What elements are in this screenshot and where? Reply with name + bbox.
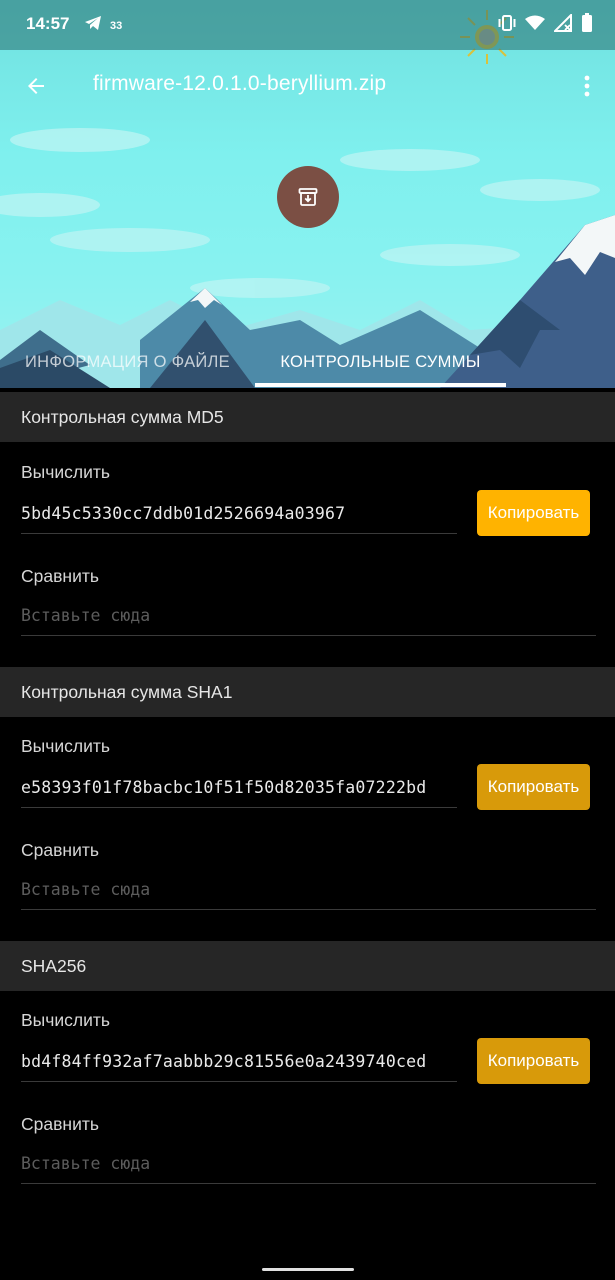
md5-compare-input[interactable] [21, 596, 596, 635]
tab-file-info[interactable]: ИНФОРМАЦИЯ О ФАЙЛЕ [0, 336, 255, 388]
md5-section: Контрольная сумма MD5 Вычислить 5bd45c53… [0, 392, 615, 662]
tab-checksums[interactable]: КОНТРОЛЬНЫЕ СУММЫ [255, 336, 506, 388]
md5-compare-field [21, 596, 596, 636]
tab-indicator [255, 383, 506, 387]
section-header: SHA256 [0, 941, 615, 991]
signal-icon [552, 12, 572, 37]
wifi-icon [525, 15, 545, 36]
arrow-back-icon [28, 78, 44, 94]
copy-sha1-button[interactable]: Копировать [477, 764, 590, 810]
status-time: 14:57 [26, 14, 70, 33]
sha1-hash-field[interactable]: e58393f01f78bacbc10f51f50d82035fa07222bd [21, 768, 457, 808]
compute-label: Вычислить [21, 462, 111, 482]
sha1-section: Контрольная сумма SHA1 Вычислить e58393f… [0, 667, 615, 937]
compare-label: Сравнить [21, 840, 99, 860]
file-type-avatar [277, 166, 339, 228]
header-hero: 14:57 33 firmware-12.0.1.0-beryllium.zip [0, 0, 615, 388]
telegram-icon [84, 15, 102, 36]
more-vert-icon [584, 75, 590, 97]
status-bar: 14:57 33 [0, 0, 615, 50]
home-indicator[interactable] [262, 1268, 354, 1271]
sha1-compare-field [21, 870, 596, 910]
compare-label: Сравнить [21, 566, 99, 586]
md5-hash-field[interactable]: 5bd45c5330cc7ddb01d2526694a03967 [21, 494, 457, 534]
overflow-menu-button[interactable] [575, 70, 599, 102]
md5-hash-value: 5bd45c5330cc7ddb01d2526694a03967 [21, 504, 346, 523]
sha1-compare-input[interactable] [21, 870, 596, 909]
tab-bar: ИНФОРМАЦИЯ О ФАЙЛЕ КОНТРОЛЬНЫЕ СУММЫ [0, 336, 615, 388]
sha256-compare-input[interactable] [21, 1144, 596, 1183]
page-title: firmware-12.0.1.0-beryllium.zip [93, 72, 387, 95]
battery-icon [581, 13, 593, 38]
copy-sha256-button[interactable]: Копировать [477, 1038, 590, 1084]
copy-md5-button[interactable]: Копировать [477, 490, 590, 536]
notification-count: 33 [110, 19, 123, 32]
sha256-hash-field[interactable]: bd4f84ff932af7aabbb29c81556e0a2439740ced [21, 1042, 457, 1082]
sha256-section: SHA256 Вычислить bd4f84ff932af7aabbb29c8… [0, 941, 615, 1211]
section-header: Контрольная сумма SHA1 [0, 667, 615, 717]
sha1-hash-value: e58393f01f78bacbc10f51f50d82035fa07222bd [21, 778, 427, 797]
compute-label: Вычислить [21, 736, 111, 756]
section-header: Контрольная сумма MD5 [0, 392, 615, 442]
sha256-hash-value: bd4f84ff932af7aabbb29c81556e0a2439740ced [21, 1052, 427, 1071]
compute-label: Вычислить [21, 1010, 111, 1030]
vibrate-icon [498, 14, 516, 37]
back-button[interactable] [20, 70, 52, 102]
compare-label: Сравнить [21, 1114, 99, 1134]
sha256-compare-field [21, 1144, 596, 1184]
archive-icon [298, 188, 318, 206]
